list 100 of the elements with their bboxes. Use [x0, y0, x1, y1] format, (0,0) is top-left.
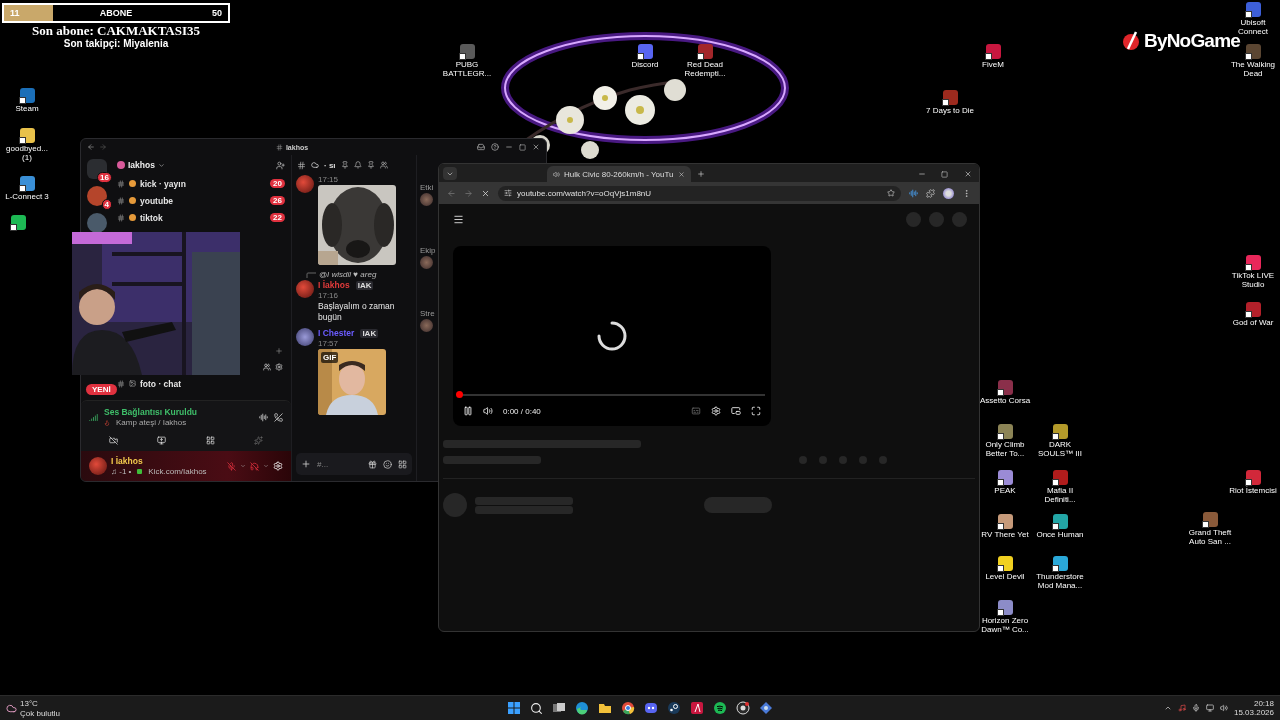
- app-icon[interactable]: [997, 380, 1013, 395]
- app-icon[interactable]: [997, 556, 1013, 571]
- invite-icon[interactable]: [276, 160, 285, 170]
- extensions-icon[interactable]: [926, 188, 935, 198]
- pause-icon[interactable]: [463, 406, 473, 416]
- settings-icon[interactable]: [275, 363, 283, 371]
- tray-app-icon[interactable]: [1177, 704, 1186, 712]
- app-icon[interactable]: [1245, 302, 1261, 317]
- game-launcher-icon[interactable]: [667, 701, 681, 715]
- inbox-icon[interactable]: [477, 143, 485, 151]
- folder-icon[interactable]: [598, 701, 612, 715]
- channel-name[interactable]: kick · yayın: [140, 178, 186, 189]
- member-avatar[interactable]: [420, 193, 433, 206]
- chevron-icon[interactable]: [1163, 704, 1172, 712]
- add-icon[interactable]: [275, 347, 283, 355]
- speaker-icon[interactable]: [553, 170, 560, 178]
- recorder-icon[interactable]: [736, 701, 750, 715]
- app-icon[interactable]: [985, 44, 1001, 59]
- headphones-off-icon[interactable]: [250, 461, 259, 471]
- app-icon[interactable]: [1052, 424, 1068, 439]
- miniplayer-icon[interactable]: [731, 406, 741, 416]
- weather-icon[interactable]: [6, 702, 17, 714]
- search-icon[interactable]: [530, 701, 543, 715]
- volume-icon[interactable]: [483, 406, 493, 416]
- mic-off-icon[interactable]: [227, 461, 236, 471]
- member-avatar[interactable]: [420, 256, 433, 269]
- app-icon[interactable]: [1245, 470, 1261, 485]
- member-avatar[interactable]: [420, 319, 433, 332]
- maximize-icon[interactable]: [519, 143, 526, 151]
- pin-icon[interactable]: [366, 161, 375, 169]
- playhead[interactable]: [456, 391, 463, 398]
- app-icon[interactable]: [942, 90, 958, 105]
- site-info-icon[interactable]: [504, 189, 512, 197]
- maximize-icon[interactable]: [941, 170, 948, 178]
- message-field[interactable]: #...: [296, 453, 412, 475]
- disconnect-icon[interactable]: [274, 412, 283, 422]
- server-icon[interactable]: [87, 186, 107, 206]
- app-icon[interactable]: [697, 44, 713, 59]
- members-icon[interactable]: [379, 161, 388, 169]
- app-icon[interactable]: [10, 215, 26, 230]
- server-icon[interactable]: [87, 213, 107, 233]
- browser-tab[interactable]: Hulk Civic 80-260km/h - YouTu: [547, 166, 691, 182]
- star-icon[interactable]: [887, 189, 895, 197]
- browser-icon[interactable]: [621, 701, 635, 715]
- camera-off-icon[interactable]: [108, 435, 118, 445]
- app-icon[interactable]: [19, 128, 35, 143]
- gift-icon[interactable]: [368, 459, 377, 469]
- app-icon[interactable]: [997, 470, 1013, 485]
- channel-name[interactable]: youtube: [140, 195, 174, 206]
- add-icon[interactable]: [301, 459, 311, 469]
- app-icon[interactable]: [759, 701, 773, 715]
- server-name[interactable]: Iakhos: [128, 160, 155, 170]
- emoji-icon[interactable]: [383, 459, 392, 469]
- mic-icon[interactable]: [1191, 704, 1200, 712]
- address-bar[interactable]: youtube.com/watch?v=oOqVjs1m8nU: [498, 185, 901, 201]
- bell-icon[interactable]: [353, 161, 362, 169]
- stop-icon[interactable]: [481, 188, 490, 198]
- music-app-icon[interactable]: [713, 701, 727, 715]
- fullscreen-icon[interactable]: [751, 406, 761, 416]
- app-icon[interactable]: [1052, 514, 1068, 529]
- app-icon[interactable]: [1245, 255, 1261, 270]
- chevron-icon[interactable]: [157, 161, 165, 169]
- plus-icon[interactable]: [696, 170, 705, 178]
- audio-icon[interactable]: [909, 188, 918, 198]
- app-icon[interactable]: [997, 600, 1013, 615]
- app-icon[interactable]: [19, 176, 35, 191]
- screen-share-icon[interactable]: [157, 435, 167, 445]
- browser-icon[interactable]: [575, 701, 589, 715]
- profile-avatar[interactable]: [943, 187, 954, 199]
- app-icon[interactable]: [1245, 44, 1261, 59]
- close-icon[interactable]: [963, 170, 972, 178]
- apps-icon[interactable]: [398, 459, 407, 469]
- menu-icon[interactable]: [453, 213, 464, 225]
- app-icon[interactable]: [1202, 512, 1218, 527]
- app-icon[interactable]: [997, 514, 1013, 529]
- close-icon[interactable]: [532, 143, 540, 151]
- volume-icon[interactable]: [1219, 704, 1228, 712]
- channel-name[interactable]: foto · chat: [140, 378, 182, 389]
- user-avatar[interactable]: [296, 328, 314, 346]
- app-icon[interactable]: [1052, 556, 1068, 571]
- members-icon[interactable]: [263, 363, 271, 371]
- reply-preview[interactable]: @I wisdil ♥ areg: [319, 270, 377, 279]
- menu-icon[interactable]: [962, 188, 971, 198]
- user-avatar[interactable]: [296, 280, 314, 298]
- chat-app-icon[interactable]: [644, 701, 658, 715]
- voice-channel[interactable]: Kamp ateşi / Iakhos: [116, 418, 187, 428]
- app-icon[interactable]: [1245, 2, 1261, 17]
- app-icon[interactable]: [690, 701, 704, 715]
- home-button[interactable]: [87, 159, 107, 179]
- message-author[interactable]: I İakhos: [318, 280, 350, 290]
- app-icon[interactable]: [997, 424, 1013, 439]
- app-icon[interactable]: [19, 88, 35, 103]
- app-icon[interactable]: [637, 44, 653, 59]
- task-view-icon[interactable]: [552, 701, 566, 715]
- user-avatar[interactable]: [296, 175, 314, 193]
- app-icon[interactable]: [1052, 470, 1068, 485]
- video-player[interactable]: 0:00 / 0:40: [453, 246, 771, 426]
- close-icon[interactable]: [677, 170, 685, 178]
- message-author[interactable]: I Chester: [318, 328, 355, 338]
- back-icon[interactable]: [87, 143, 95, 151]
